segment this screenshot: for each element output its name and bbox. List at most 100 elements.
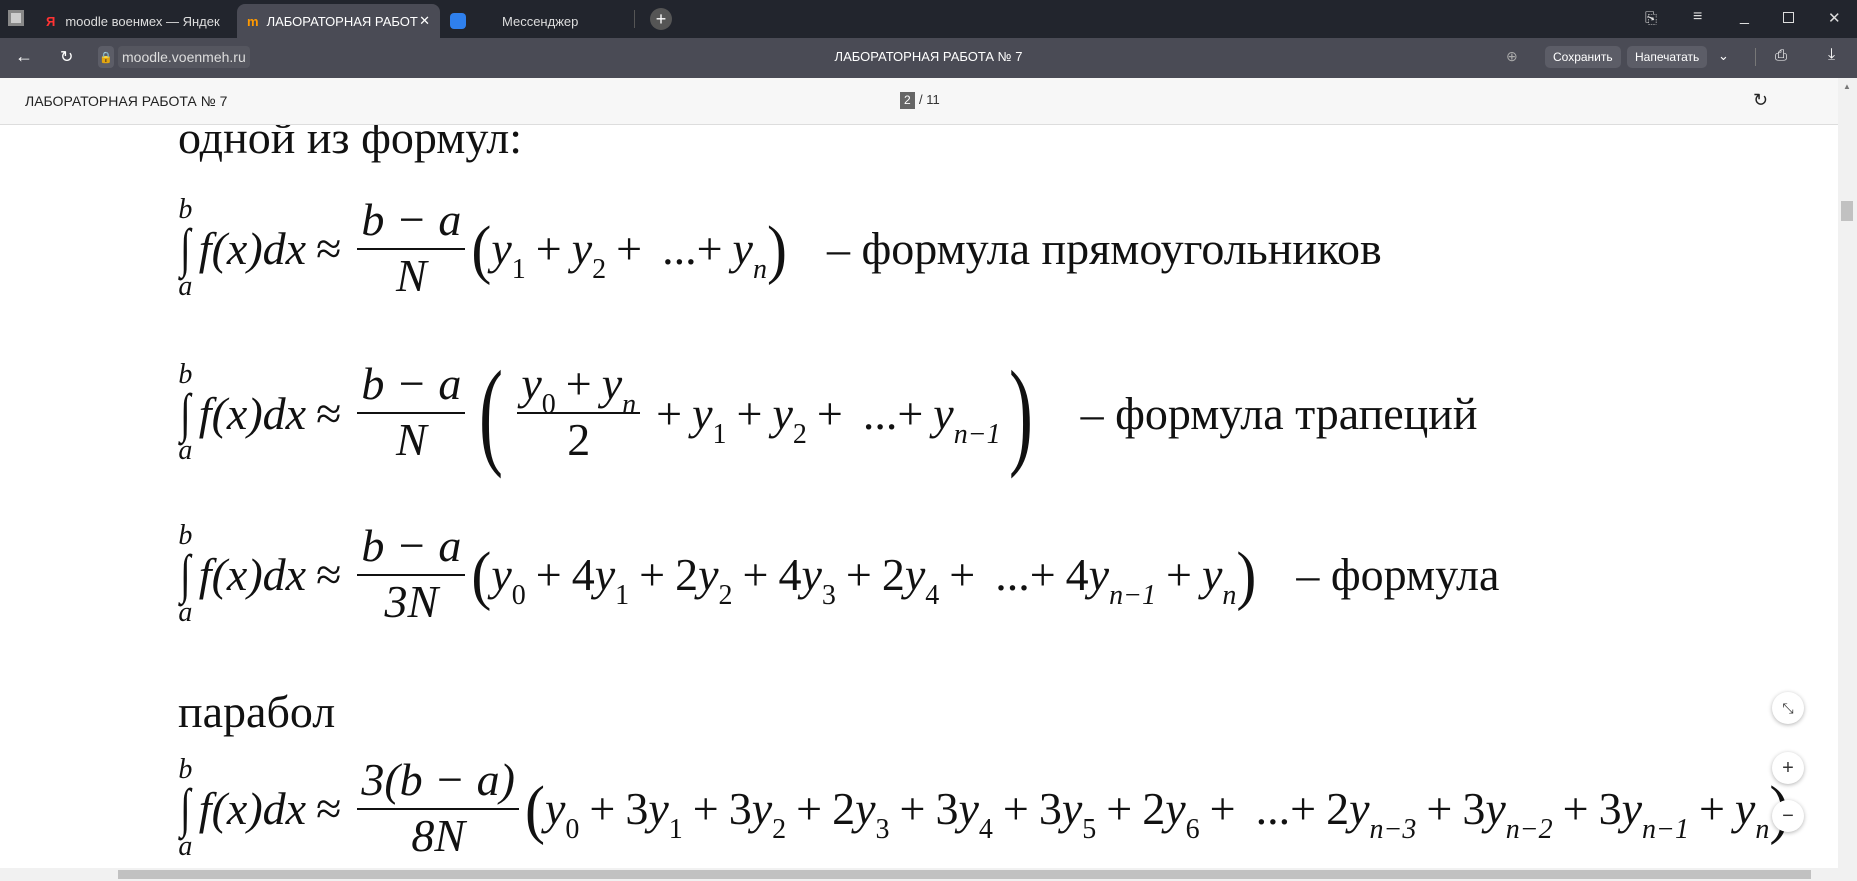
variable: yn−2: [1485, 782, 1552, 845]
close-window-button[interactable]: ✕: [1828, 9, 1841, 27]
subscript: 3: [821, 580, 836, 612]
integrand: f(x)dx: [198, 223, 307, 275]
subscript: n: [1755, 814, 1770, 846]
coefficient: 3: [1038, 783, 1062, 835]
pdf-page: одной из формул: b ∫ a f(x)dx ≈ b − a N(y1 + y2 +…: [0, 125, 1838, 868]
operator: +: [899, 783, 926, 835]
operator: +: [1562, 783, 1589, 835]
zoom-in-button[interactable]: +: [1772, 752, 1804, 784]
variable-base: y: [1349, 783, 1370, 835]
formula-simpson: b ∫ a f(x)dx ≈ b − a 3N(y0 +4 y1 +2 y2 +4 y3 +2 y4 +...…: [178, 520, 1499, 628]
new-tab-button[interactable]: +: [650, 8, 672, 30]
operator: +: [816, 387, 843, 439]
fit-page-button[interactable]: ⤡: [1772, 692, 1804, 724]
tab-divider: [634, 10, 635, 28]
variable-base: y: [544, 783, 566, 835]
bookmarks-icon[interactable]: ⎘: [1645, 10, 1657, 27]
operator: +: [589, 783, 616, 835]
variable: y0: [544, 782, 579, 845]
page-number-input[interactable]: 2: [900, 92, 915, 109]
tab-moodle-search[interactable]: Я moodle военмех — Яндек: [36, 4, 232, 38]
horizontal-scrollbar[interactable]: [0, 868, 1857, 881]
rotate-icon[interactable]: ↻: [1753, 90, 1768, 111]
reading-mode-icon[interactable]: ⎙: [1775, 47, 1787, 64]
variable: yn: [733, 222, 767, 285]
subscript: 2: [592, 254, 607, 286]
right-paren: ): [1236, 538, 1257, 612]
subscript: n−1: [1642, 814, 1689, 846]
operator: ...+: [662, 223, 723, 275]
variable-base: y: [698, 549, 719, 601]
variable: y0: [521, 358, 555, 420]
tab-manager-icon[interactable]: [8, 10, 24, 26]
numerator: 3(b − a): [357, 754, 519, 810]
subscript: n: [622, 389, 637, 421]
fraction: 3(b − a) 8N: [357, 754, 519, 862]
zoom-out-button[interactable]: −: [1772, 800, 1804, 832]
download-icon[interactable]: ⤓: [1828, 46, 1835, 64]
numerator: b − a: [357, 359, 466, 414]
coefficient: 2: [1326, 783, 1350, 835]
subscript: 1: [615, 580, 630, 612]
variable-base: y: [601, 358, 623, 410]
integral-sign: b ∫ a: [178, 196, 193, 301]
variable-base: y: [1485, 783, 1506, 835]
denominator: N: [395, 249, 427, 301]
toolbar-divider: [1755, 48, 1756, 66]
zoom-icon[interactable]: ⊕: [1506, 48, 1518, 65]
horizontal-scroll-thumb[interactable]: [118, 870, 1811, 879]
formula-label: – формула прямоугольников: [826, 223, 1382, 275]
coefficient: 4: [778, 549, 802, 601]
menu-icon[interactable]: ≡: [1693, 8, 1702, 26]
chevron-down-icon[interactable]: ⌄: [1718, 48, 1729, 64]
tab-lab-work[interactable]: m ЛАБОРАТОРНАЯ РАБОТ ✕: [237, 4, 440, 38]
variable-base: y: [648, 783, 669, 835]
left-paren: (: [525, 772, 545, 846]
variable-base: y: [933, 387, 954, 439]
messenger-icon: [450, 13, 466, 29]
integrand: f(x)dx: [198, 549, 307, 601]
variable: y1: [692, 387, 726, 450]
minimize-button[interactable]: _: [1740, 8, 1749, 26]
save-button[interactable]: Сохранить: [1545, 46, 1621, 68]
page-total: / 11: [919, 92, 940, 107]
tab-messenger[interactable]: Мессенджер: [440, 4, 630, 38]
variable: y3: [801, 548, 835, 611]
inner-denominator: 2: [567, 413, 591, 465]
coefficient: 3: [935, 783, 959, 835]
close-tab-icon[interactable]: ✕: [419, 13, 430, 29]
subscript: n−1: [1109, 580, 1156, 612]
print-button[interactable]: Напечатать: [1627, 46, 1708, 68]
variable-base: y: [855, 783, 876, 835]
operator: +: [1106, 783, 1133, 835]
coefficient: 2: [881, 549, 905, 601]
integral-sign: b ∫ a: [178, 522, 193, 627]
vertical-scrollbar[interactable]: ▲: [1838, 78, 1857, 868]
operator: +: [616, 223, 643, 275]
formula-rectangles: b ∫ a f(x)dx ≈ b − a N(y1 + y2 + ...+ yn) – формула …: [178, 194, 1382, 302]
integral-symbol: ∫: [180, 544, 191, 605]
variable: yn: [1202, 548, 1236, 611]
subscript: 0: [541, 389, 556, 421]
operator: +: [639, 549, 666, 601]
fraction: b − aN: [357, 194, 466, 302]
pdf-title: ЛАБОРАТОРНАЯ РАБОТА № 7: [25, 93, 228, 109]
variable: yn: [601, 358, 636, 420]
approx-sign: ≈: [316, 549, 342, 601]
subscript: 1: [712, 418, 727, 450]
coefficient: 3: [728, 783, 752, 835]
variable-base: y: [692, 387, 713, 439]
maximize-button[interactable]: [1783, 12, 1794, 23]
vertical-scroll-thumb[interactable]: [1841, 201, 1853, 221]
variable-base: y: [772, 387, 793, 439]
subscript: 2: [718, 580, 733, 612]
variable-base: y: [594, 549, 616, 601]
variable: y3: [855, 782, 889, 845]
integral-sign: b ∫ a: [178, 756, 193, 861]
left-paren: (: [471, 212, 492, 286]
operator: ...+: [995, 549, 1056, 601]
variable: y2: [752, 782, 786, 845]
subscript: n−1: [953, 418, 1001, 450]
numerator: b − a: [357, 194, 466, 250]
scroll-up-arrow[interactable]: ▲: [1843, 82, 1851, 91]
